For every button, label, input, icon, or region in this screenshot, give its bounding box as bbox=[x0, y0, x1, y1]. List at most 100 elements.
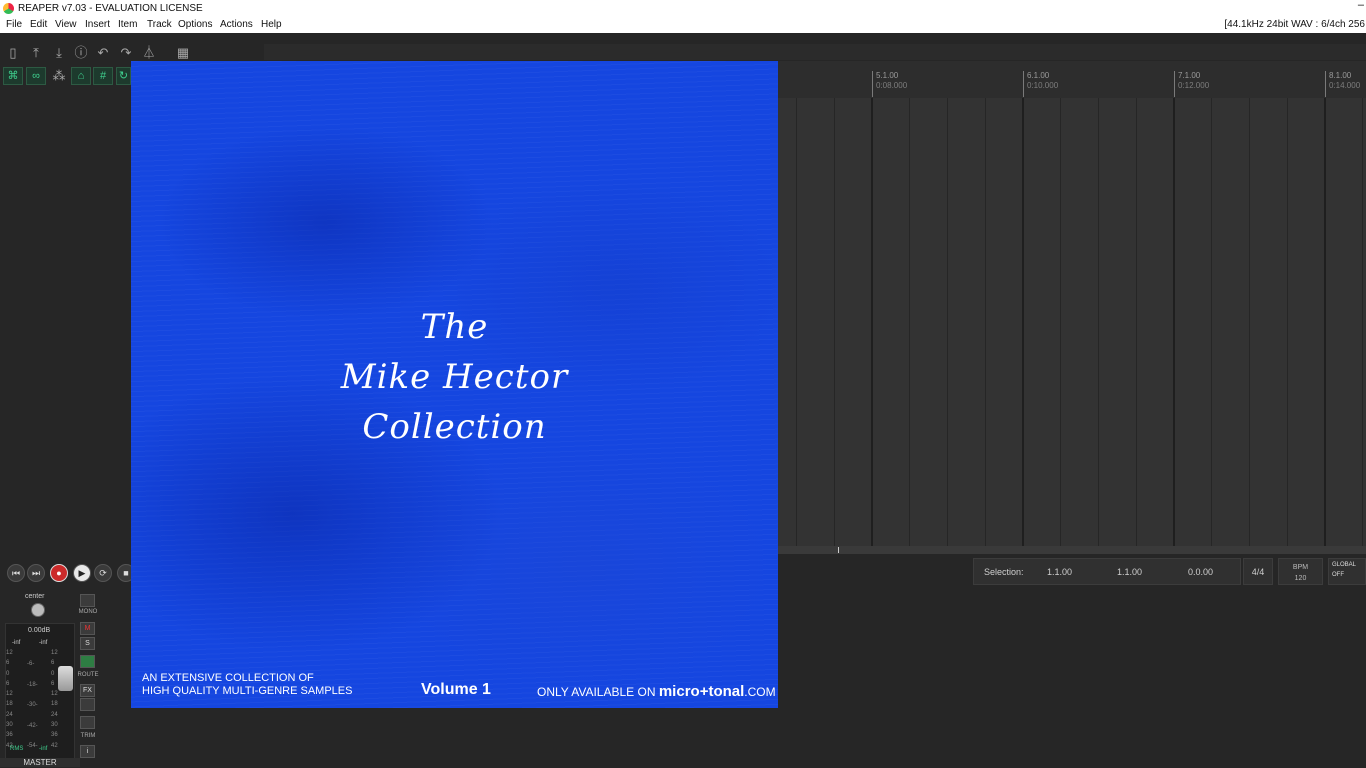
fx-button[interactable]: FX bbox=[80, 684, 95, 697]
loop-icon[interactable]: ↻ bbox=[116, 67, 131, 85]
grid-line bbox=[1287, 98, 1288, 546]
bpm-label: BPM bbox=[1292, 564, 1309, 571]
link-icon[interactable]: ∞ bbox=[26, 67, 46, 85]
grid-line bbox=[947, 98, 948, 546]
selection-panel: Selection: 1.1.00 1.1.00 0.0.00 bbox=[973, 558, 1241, 585]
meter-scale-right: 12 6 0 6 12 18 24 30 36 42 bbox=[51, 650, 58, 749]
grid-line bbox=[909, 98, 910, 546]
scroll-thumb[interactable] bbox=[838, 547, 839, 553]
mono-label: MONO bbox=[78, 609, 98, 615]
pan-knob[interactable] bbox=[31, 603, 45, 617]
audio-status[interactable]: [44.1kHz 24bit WAV : 6/4ch 256 bbox=[1224, 17, 1365, 33]
save-project-icon[interactable]: ⤓ bbox=[49, 44, 69, 62]
grid-line bbox=[796, 98, 797, 546]
selection-start[interactable]: 1.1.00 bbox=[1047, 559, 1072, 586]
global-value[interactable]: OFF bbox=[1332, 572, 1344, 578]
go-to-end-icon[interactable]: ⏭ bbox=[27, 564, 45, 582]
trim-icon[interactable] bbox=[80, 716, 95, 729]
pan-label: center bbox=[25, 593, 45, 600]
grid-line bbox=[1022, 98, 1024, 546]
solo-button[interactable]: S bbox=[80, 637, 95, 650]
rms-label: RMS bbox=[10, 746, 24, 752]
volume-readout[interactable]: 0.00dB bbox=[28, 627, 50, 634]
grid-line bbox=[1098, 98, 1099, 546]
mute-button[interactable]: M bbox=[80, 622, 95, 635]
volume-fader[interactable] bbox=[58, 666, 73, 691]
peak-left: -inf bbox=[12, 640, 21, 646]
timeline-marker[interactable]: 5.1.00 0:08.000 bbox=[872, 71, 907, 97]
horizontal-scrollbar[interactable] bbox=[778, 546, 1366, 554]
play-button[interactable]: ▶ bbox=[73, 564, 91, 582]
cover-tagline: AN EXTENSIVE COLLECTION OF HIGH QUALITY … bbox=[142, 672, 353, 697]
bpm-control[interactable]: BPM 120 bbox=[1278, 558, 1323, 585]
trim-label: TRIM bbox=[80, 733, 96, 739]
grid-icon[interactable]: ▦ bbox=[173, 44, 193, 62]
master-meter: 0.00dB -inf -inf 12 6 0 6 12 18 24 30 36 42 12 6 0 6… bbox=[5, 623, 75, 763]
menu-item[interactable]: Item bbox=[118, 17, 137, 33]
grid-line bbox=[1362, 98, 1363, 546]
grid-line bbox=[985, 98, 986, 546]
menu-insert[interactable]: Insert bbox=[85, 17, 110, 33]
record-button[interactable]: ● bbox=[50, 564, 68, 582]
bpm-value[interactable]: 120 bbox=[1279, 573, 1322, 584]
album-cover-image: The Mike Hector Collection AN EXTENSIVE … bbox=[131, 61, 778, 708]
grid-line bbox=[1249, 98, 1250, 546]
selection-label: Selection: bbox=[984, 567, 1024, 577]
route-label: ROUTE bbox=[77, 672, 99, 678]
grid-lines-icon[interactable]: # bbox=[93, 67, 113, 85]
selection-length[interactable]: 0.0.00 bbox=[1188, 559, 1213, 586]
grid-line bbox=[1324, 98, 1326, 546]
timeline-marker[interactable]: 8.1.00 0:14.000 bbox=[1325, 71, 1360, 97]
menu-file[interactable]: File bbox=[6, 17, 22, 33]
time-signature[interactable]: 4/4 bbox=[1243, 558, 1273, 585]
timeline-marker[interactable]: 7.1.00 0:12.000 bbox=[1174, 71, 1209, 97]
cover-title-line3: Collection bbox=[362, 407, 547, 447]
grid-line bbox=[1136, 98, 1137, 546]
timeline-marker[interactable]: 6.1.00 0:10.000 bbox=[1023, 71, 1058, 97]
metronome-icon[interactable]: ⏃ bbox=[139, 44, 159, 62]
mono-icon[interactable] bbox=[80, 594, 95, 607]
redo-icon[interactable]: ↷ bbox=[116, 44, 136, 62]
toolbar-ruler-strip bbox=[264, 44, 1366, 60]
grid-line bbox=[1211, 98, 1212, 546]
menu-bar: File Edit View Insert Item Track Options… bbox=[0, 17, 1366, 33]
repeat-icon[interactable]: ⟳ bbox=[94, 564, 112, 582]
snap-grid-icon[interactable]: ⁂ bbox=[49, 67, 69, 85]
meter-scale: 12 6 0 6 12 18 24 30 36 42 bbox=[6, 650, 13, 749]
cover-title-line1: The bbox=[420, 307, 489, 347]
open-project-icon[interactable]: ⤒ bbox=[26, 44, 46, 62]
selection-end[interactable]: 1.1.00 bbox=[1117, 559, 1142, 586]
timeline-ruler[interactable]: 5.1.00 0:08.000 6.1.00 0:10.000 7.1.00 0:12… bbox=[778, 61, 1366, 98]
menu-view[interactable]: View bbox=[55, 17, 77, 33]
route-icon[interactable] bbox=[80, 655, 95, 668]
envelope-icon[interactable]: ⌂ bbox=[71, 67, 91, 85]
global-automation[interactable]: GLOBAL OFF bbox=[1328, 558, 1366, 585]
global-label: GLOBAL bbox=[1332, 562, 1357, 568]
menu-actions[interactable]: Actions bbox=[220, 17, 253, 33]
window-title: REAPER v7.03 - EVALUATION LICENSE bbox=[18, 3, 203, 14]
grid-line bbox=[1060, 98, 1061, 546]
ripple-edit-icon[interactable]: ⌘ bbox=[3, 67, 23, 85]
master-track: center 0.00dB -inf -inf 12 6 0 6 12 18 24 30 36 4… bbox=[0, 588, 103, 768]
minimize-button[interactable]: – bbox=[1358, 0, 1364, 14]
grid-line bbox=[1173, 98, 1175, 546]
undo-icon[interactable]: ↶ bbox=[93, 44, 113, 62]
cover-volume: Volume 1 bbox=[421, 681, 491, 698]
menu-help[interactable]: Help bbox=[261, 17, 282, 33]
project-settings-icon[interactable]: ⓘ bbox=[71, 44, 91, 62]
arrange-view[interactable]: 5.1.00 0:08.000 6.1.00 0:10.000 7.1.00 0:12… bbox=[778, 61, 1366, 546]
rms-value: -inf bbox=[39, 746, 48, 752]
go-to-start-icon[interactable]: ⏮ bbox=[7, 564, 25, 582]
cover-title-line2: Mike Hector bbox=[340, 357, 569, 397]
fx-bypass-icon[interactable] bbox=[80, 698, 95, 711]
info-button[interactable]: i bbox=[80, 745, 95, 758]
new-project-icon[interactable]: ▯ bbox=[3, 44, 23, 62]
reaper-logo-icon bbox=[3, 3, 14, 14]
menu-options[interactable]: Options bbox=[178, 17, 212, 33]
menu-track[interactable]: Track bbox=[147, 17, 172, 33]
grid-line bbox=[834, 98, 835, 546]
grid-line bbox=[871, 98, 873, 546]
menu-edit[interactable]: Edit bbox=[30, 17, 47, 33]
master-name: MASTER bbox=[0, 758, 80, 767]
title-bar: REAPER v7.03 - EVALUATION LICENSE – bbox=[0, 0, 1366, 17]
